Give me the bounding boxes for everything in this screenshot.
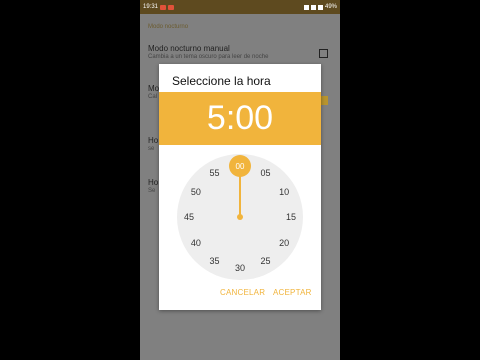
manual-night-checkbox[interactable]	[319, 49, 328, 58]
clock-minute-50[interactable]: 50	[186, 187, 206, 197]
setting-item[interactable]: Ho se	[148, 136, 158, 152]
hour-display[interactable]: 5	[207, 99, 226, 138]
clock-minute-05[interactable]: 05	[256, 168, 276, 178]
dialog-title: Seleccione la hora	[172, 74, 271, 88]
wifi-icon	[310, 4, 316, 10]
setting-title: Ho	[148, 136, 159, 145]
setting-subtitle: Cal	[148, 94, 158, 100]
clock-minute-25[interactable]: 25	[256, 256, 276, 266]
setting-subtitle: se	[148, 146, 155, 152]
clock-minute-40[interactable]: 40	[186, 238, 206, 248]
minute-display[interactable]: 00	[235, 99, 273, 138]
cancel-button[interactable]: CANCELAR	[220, 288, 265, 297]
accept-button[interactable]: ACEPTAR	[273, 288, 312, 297]
clock-minute-10[interactable]: 10	[274, 187, 294, 197]
clock-minute-15[interactable]: 15	[281, 212, 301, 222]
notification-icon	[160, 4, 167, 10]
section-header: Modo nocturno	[148, 24, 189, 30]
clock-minute-55[interactable]: 55	[205, 168, 225, 178]
signal-icon	[317, 4, 323, 10]
setting-title: Mo	[148, 84, 160, 93]
battery-level: 49%	[324, 4, 337, 10]
time-display: 5 : 00	[159, 92, 321, 145]
setting-title: Modo nocturno manual	[148, 44, 230, 53]
alarm-icon	[303, 4, 309, 10]
clock-minute-45[interactable]: 45	[179, 212, 199, 222]
setting-item[interactable]: Mo Cal	[148, 84, 159, 100]
status-time: 19:31	[143, 4, 159, 10]
setting-subtitle: Cambia a un tema oscuro para leer de noc…	[148, 54, 269, 60]
dialog-actions: CANCELAR ACEPTAR	[159, 286, 321, 302]
clock-minute-30[interactable]: 30	[230, 263, 250, 273]
setting-title: Ho	[148, 178, 159, 187]
setting-subtitle: Se	[148, 188, 156, 194]
clock-center	[237, 214, 243, 220]
clock-minute-35[interactable]: 35	[205, 256, 225, 266]
selected-minute[interactable]: 00	[229, 155, 251, 177]
clock-face[interactable]: 00 05 10 15 20 25 30 35 40 45 50 55	[177, 154, 303, 280]
clock-minute-20[interactable]: 20	[274, 238, 294, 248]
setting-manual-night[interactable]: Modo nocturno manual Cambia a un tema os…	[148, 44, 268, 60]
status-bar: 19:31 49%	[140, 0, 340, 14]
time-picker-dialog: Seleccione la hora 5 : 00 00 05 10 15 20 25 3…	[159, 64, 321, 310]
setting-item[interactable]: Ho Se	[148, 178, 158, 194]
time-separator: :	[225, 99, 236, 137]
notification-icon	[168, 4, 175, 10]
